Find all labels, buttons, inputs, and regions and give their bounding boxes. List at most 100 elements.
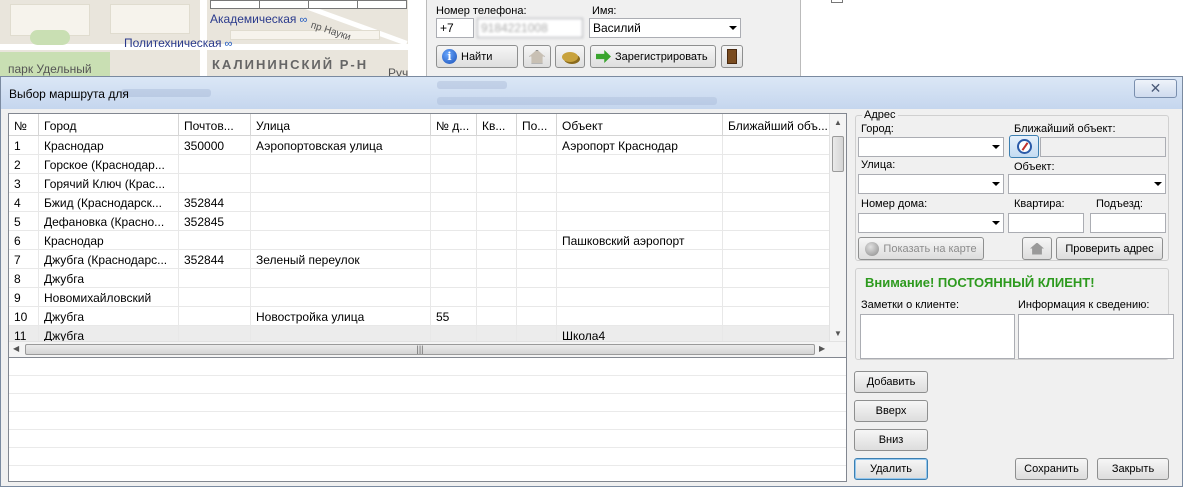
scroll-up-icon[interactable]: ▲ [834, 118, 842, 127]
table-row[interactable]: 9 Новомихайловский [9, 288, 831, 307]
table-cell: Джубга [39, 307, 179, 326]
table-cell [431, 193, 477, 212]
table-row[interactable]: 8 Джубга [9, 269, 831, 288]
titlebar-reflection [437, 81, 507, 89]
table-cell [723, 174, 831, 193]
table-row[interactable]: 7 Джубга (Краснодарс... 352844 Зеленый пере… [9, 250, 831, 269]
table-cell [251, 288, 431, 307]
register-button[interactable]: Зарегистрировать [590, 45, 716, 68]
home-button[interactable] [523, 45, 551, 68]
scroll-down-icon[interactable]: ▼ [834, 329, 842, 338]
entrance-field[interactable] [1090, 213, 1166, 233]
table-cell [477, 174, 517, 193]
titlebar-reflection [437, 97, 717, 105]
info-icon: i [442, 49, 457, 64]
route-grid[interactable]: № Город Почтов... Улица № д... Кв... По... Объе… [8, 113, 847, 358]
chevron-down-icon [729, 26, 737, 30]
close-button[interactable]: Закрыть [1097, 458, 1169, 480]
city-combo[interactable] [858, 137, 1004, 157]
table-cell [179, 307, 251, 326]
table-cell [477, 231, 517, 250]
table-cell [431, 174, 477, 193]
table-row[interactable]: 1 Краснодар 350000 Аэропортовская улица Аэро… [9, 136, 831, 155]
name-combo[interactable]: Василий [589, 18, 741, 38]
scrollbar-thumb[interactable]: ||| [25, 344, 815, 355]
column-header-apt[interactable]: Кв... [477, 114, 517, 136]
table-cell: 6 [9, 231, 39, 250]
show-on-map-button[interactable]: Показать на карте [858, 237, 984, 260]
table-cell [477, 288, 517, 307]
column-header-postal[interactable]: Почтов... [179, 114, 251, 136]
table-cell [517, 231, 557, 250]
panel-handle [831, 0, 843, 3]
close-icon[interactable]: ✕ [1134, 79, 1177, 98]
apartment-field[interactable] [1008, 213, 1084, 233]
home-address-button[interactable] [1022, 237, 1052, 260]
table-cell [557, 269, 723, 288]
house-number-combo[interactable] [858, 213, 1004, 233]
map-label-polytechnicheskaya: Политехническая [124, 36, 232, 50]
table-cell [517, 212, 557, 231]
entrance-label: Подъезд: [1096, 198, 1143, 210]
client-notes-field[interactable] [860, 314, 1015, 359]
column-header-object[interactable]: Объект [557, 114, 723, 136]
save-button[interactable]: Сохранить [1015, 458, 1088, 480]
column-header-street[interactable]: Улица [251, 114, 431, 136]
table-cell [557, 288, 723, 307]
map-view[interactable]: Академическая Политехническая парк Удель… [0, 0, 408, 80]
nearest-object-field[interactable] [1040, 137, 1166, 157]
table-cell [723, 288, 831, 307]
column-header-nearest[interactable]: Ближайший объ... [723, 114, 831, 136]
dialog-titlebar[interactable]: Выбор маршрута для ✕ [1, 77, 1182, 109]
scrollbar-thumb[interactable] [832, 136, 844, 172]
table-cell [517, 288, 557, 307]
map-label-akademicheskaya: Академическая [210, 12, 307, 26]
compass-button[interactable] [1009, 135, 1039, 158]
table-cell [723, 193, 831, 212]
payment-button[interactable] [555, 45, 585, 68]
table-cell [431, 212, 477, 231]
table-cell [477, 136, 517, 155]
move-down-button[interactable]: Вниз [854, 429, 928, 451]
table-row[interactable]: 10 Джубга Новостройка улица 55 [9, 307, 831, 326]
table-row[interactable]: 3 Горячий Ключ (Крас... [9, 174, 831, 193]
delete-button[interactable]: Удалить [854, 458, 928, 480]
table-cell: 352844 [179, 250, 251, 269]
add-button[interactable]: Добавить [854, 371, 928, 393]
move-up-button[interactable]: Вверх [854, 400, 928, 422]
column-header-number[interactable]: № [9, 114, 39, 136]
column-header-city[interactable]: Город [39, 114, 179, 136]
table-row[interactable]: 6 Краснодар Пашковский аэропорт [9, 231, 831, 250]
scroll-right-icon[interactable]: ▶ [819, 344, 825, 353]
table-cell [517, 250, 557, 269]
scroll-left-icon[interactable]: ◀ [13, 344, 19, 353]
check-address-button[interactable]: Проверить адрес [1056, 237, 1163, 260]
book-button[interactable] [721, 45, 743, 68]
table-cell [431, 136, 477, 155]
object-combo[interactable] [1008, 174, 1166, 194]
phone-prefix-field[interactable]: +7 [436, 18, 474, 38]
table-cell: Джубга [39, 269, 179, 288]
map-label-district: КАЛИНИНСКИЙ Р-Н [212, 57, 369, 72]
table-cell: Горячий Ключ (Крас... [39, 174, 179, 193]
dialog-title: Выбор маршрута для [9, 87, 129, 101]
vertical-scrollbar[interactable]: ▲ ▼ [829, 114, 846, 342]
route-dialog: Выбор маршрута для ✕ № Город Почтов... Улиц… [0, 76, 1183, 487]
table-row[interactable]: 2 Горское (Краснодар... [9, 155, 831, 174]
info-field[interactable] [1018, 314, 1174, 359]
column-header-entrance[interactable]: По... [517, 114, 557, 136]
find-button-label: Найти [461, 50, 493, 63]
route-list[interactable] [8, 358, 847, 482]
name-label: Имя: [592, 5, 617, 17]
table-cell [477, 212, 517, 231]
street-combo[interactable] [858, 174, 1004, 194]
table-cell: Бжид (Краснодарск... [39, 193, 179, 212]
table-row[interactable]: 4 Бжид (Краснодарск... 352844 [9, 193, 831, 212]
horizontal-scrollbar[interactable]: ◀ ||| ▶ [9, 341, 846, 357]
column-header-house[interactable]: № д... [431, 114, 477, 136]
find-button[interactable]: i Найти [436, 45, 518, 68]
globe-icon [865, 241, 880, 256]
phone-number-field[interactable]: 9184221008 [477, 18, 583, 38]
table-cell [431, 155, 477, 174]
table-row[interactable]: 5 Дефановка (Красно... 352845 [9, 212, 831, 231]
